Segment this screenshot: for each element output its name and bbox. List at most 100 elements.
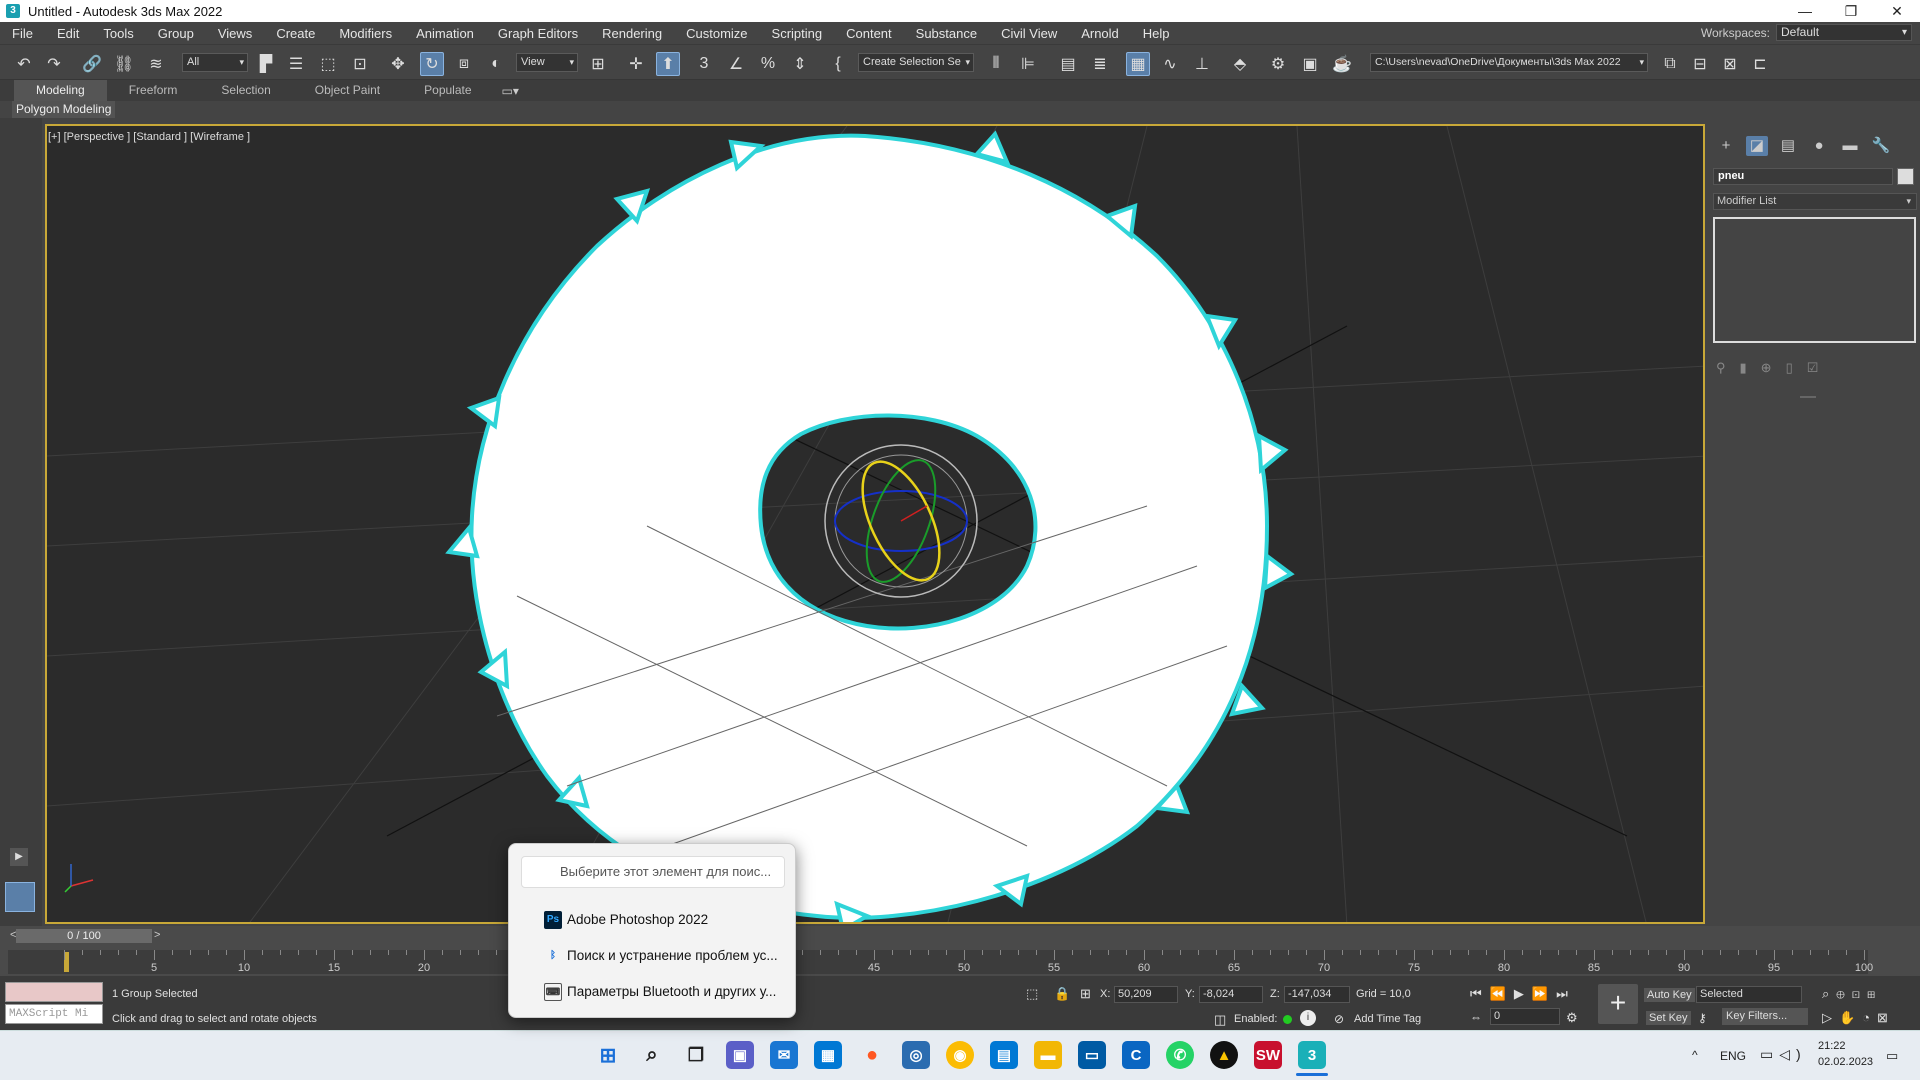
menu-rendering[interactable]: Rendering	[590, 26, 674, 41]
minimize-icon[interactable]: —	[1782, 0, 1828, 22]
current-frame-field[interactable]: 0	[1490, 1008, 1560, 1025]
menu-substance[interactable]: Substance	[904, 26, 989, 41]
select-manipulate-icon[interactable]: ✛	[624, 52, 648, 76]
project-path-dropdown[interactable]: C:\Users\nevad\OneDrive\Документы\3ds Ma…	[1370, 53, 1648, 72]
scene-explorer-icon[interactable]: ▤	[1056, 52, 1080, 76]
menu-modifiers[interactable]: Modifiers	[327, 26, 404, 41]
menu-views[interactable]: Views	[206, 26, 264, 41]
unlink-icon[interactable]: ⛓	[112, 52, 136, 76]
menu-scripting[interactable]: Scripting	[760, 26, 835, 41]
mail-icon[interactable]: ✉	[770, 1041, 798, 1069]
lock-selection-icon[interactable]: 🔒	[1054, 986, 1070, 1002]
key-filters-icon[interactable]: ⚷	[1698, 1011, 1707, 1025]
utilities-tab-icon[interactable]: 🔧	[1870, 136, 1892, 156]
menu-arnold[interactable]: Arnold	[1069, 26, 1131, 41]
percent-snap-icon[interactable]: %	[756, 52, 780, 76]
key-mode-dropdown[interactable]: Selected	[1696, 986, 1802, 1003]
3ds-max-taskbar-icon[interactable]: 3	[1298, 1041, 1326, 1069]
menu-animation[interactable]: Animation	[404, 26, 486, 41]
popup-item-photoshop[interactable]: Ps Adobe Photoshop 2022	[519, 904, 787, 936]
notification-icon[interactable]: ▭	[1886, 1048, 1898, 1064]
tab-selection[interactable]: Selection	[199, 80, 292, 101]
playback-controls[interactable]: ⏮⏪▶⏩⏭	[1470, 986, 1576, 1002]
modify-tab-icon[interactable]: ◪	[1746, 136, 1768, 156]
key-mode-toggle-icon[interactable]: ⇔	[1470, 1010, 1482, 1024]
pivot-center-icon[interactable]: ⊞	[586, 52, 610, 76]
rotate-gizmo[interactable]	[824, 444, 978, 598]
ribbon-toggle-icon[interactable]: ▦	[1126, 52, 1150, 76]
schematic-view-icon[interactable]: ⊥	[1190, 52, 1214, 76]
chrome-icon[interactable]: ◉	[946, 1041, 974, 1069]
time-slider[interactable]: 0 / 100	[16, 929, 152, 943]
task-view-icon[interactable]: ❐	[682, 1041, 710, 1069]
viewport-layout-tab[interactable]	[5, 882, 35, 912]
select-by-name-icon[interactable]: ☰	[284, 52, 308, 76]
app-icon-orange[interactable]: ●	[858, 1041, 886, 1069]
link-icon[interactable]: 🔗	[80, 52, 104, 76]
tab-modeling[interactable]: Modeling	[14, 80, 107, 101]
motion-tab-icon[interactable]: ●	[1808, 136, 1830, 156]
snaps-toggle-icon[interactable]: 3	[692, 52, 716, 76]
menu-civil-view[interactable]: Civil View	[989, 26, 1069, 41]
select-object-icon[interactable]: ▛	[254, 52, 278, 76]
absolute-mode-icon[interactable]: ⊞	[1080, 986, 1091, 1002]
polygon-modeling-panel[interactable]: Polygon Modeling	[12, 101, 116, 118]
selection-filter-dropdown[interactable]: All	[182, 53, 248, 72]
adaptive-degradation-icon[interactable]: ◫	[1214, 1012, 1226, 1028]
layer-explorer-icon[interactable]: ≣	[1088, 52, 1112, 76]
rect-selection-icon[interactable]: ⬚	[316, 52, 340, 76]
viewport-layout-icon[interactable]: ⊟	[1688, 52, 1712, 76]
app-icon-blue[interactable]: ◎	[902, 1041, 930, 1069]
enabled-indicator[interactable]	[1283, 1015, 1292, 1024]
whatsapp-icon[interactable]: ✆	[1166, 1041, 1194, 1069]
x-coordinate-field[interactable]: 50,209	[1114, 986, 1178, 1003]
window-crossing-icon[interactable]: ⊡	[348, 52, 372, 76]
time-tag-icon[interactable]: ⊘	[1334, 1012, 1344, 1026]
scene-state-icon[interactable]: ⊏	[1748, 52, 1772, 76]
time-config-icon[interactable]: ⚙	[1566, 1010, 1578, 1026]
align-icon[interactable]: ⊫	[1016, 52, 1040, 76]
file-explorer-icon[interactable]: ▬	[1034, 1041, 1062, 1069]
set-key-button[interactable]: Set Key	[1646, 1011, 1691, 1025]
popup-search-input[interactable]: Выберите этот элемент для поис...	[521, 856, 785, 888]
tray-status-icons[interactable]: ▭◁)	[1760, 1046, 1807, 1063]
menu-help[interactable]: Help	[1131, 26, 1182, 41]
set-key-icon[interactable]: +	[1598, 984, 1638, 1024]
bind-spacewarp-icon[interactable]: ≋	[144, 52, 168, 76]
isolate-selection-icon[interactable]: ⬚	[1026, 986, 1038, 1002]
perspective-viewport[interactable]	[45, 124, 1705, 924]
rotate-icon[interactable]: ↻	[420, 52, 444, 76]
key-filters-button[interactable]: Key Filters...	[1722, 1008, 1808, 1025]
mirror-icon[interactable]: ⫴	[984, 52, 1008, 76]
modifier-list-dropdown[interactable]: Modifier List	[1713, 193, 1917, 210]
z-coordinate-field[interactable]: -147,034	[1284, 986, 1350, 1003]
place-icon[interactable]: ◐	[484, 52, 508, 76]
stack-controls[interactable]: ⚲▮⊕▯☑	[1716, 360, 1906, 380]
hierarchy-tab-icon[interactable]: ▤	[1777, 136, 1799, 156]
maxscript-mini-input[interactable]: MAXScript Mi	[5, 1004, 103, 1024]
viewport-nav-controls-bottom[interactable]: ▷✋◔⊠	[1822, 1010, 1895, 1026]
language-indicator[interactable]: ENG	[1720, 1049, 1746, 1063]
spinner-snap-icon[interactable]: ⇕	[788, 52, 812, 76]
object-color-swatch[interactable]	[1897, 168, 1914, 185]
menu-customize[interactable]: Customize	[674, 26, 759, 41]
render-setup-icon[interactable]: ⚙	[1266, 52, 1290, 76]
auto-key-button[interactable]: Auto Key	[1644, 988, 1695, 1002]
keyboard-shortcut-toggle-icon[interactable]: ⬆	[656, 52, 680, 76]
info-icon[interactable]: i	[1300, 1010, 1316, 1026]
close-icon[interactable]: ✕	[1874, 0, 1920, 22]
rendered-frame-icon[interactable]: ▣	[1298, 52, 1322, 76]
object-name-field[interactable]: pneu	[1713, 168, 1893, 185]
store-icon[interactable]: ▦	[814, 1041, 842, 1069]
scale-icon[interactable]: ⧈	[452, 52, 476, 76]
menu-tools[interactable]: Tools	[91, 26, 145, 41]
restore-icon[interactable]: ❐	[1828, 0, 1874, 22]
maxscript-listener[interactable]	[5, 982, 103, 1002]
next-frame-icon[interactable]: >	[154, 929, 160, 941]
container-icon[interactable]: ⊠	[1718, 52, 1742, 76]
start-icon[interactable]: ⊞	[594, 1041, 622, 1069]
project-folder-icon[interactable]: ⧉	[1658, 52, 1682, 76]
menu-content[interactable]: Content	[834, 26, 904, 41]
popup-item-troubleshoot[interactable]: ᛒ Поиск и устранение проблем ус...	[519, 940, 787, 972]
tab-freeform[interactable]: Freeform	[107, 80, 200, 101]
